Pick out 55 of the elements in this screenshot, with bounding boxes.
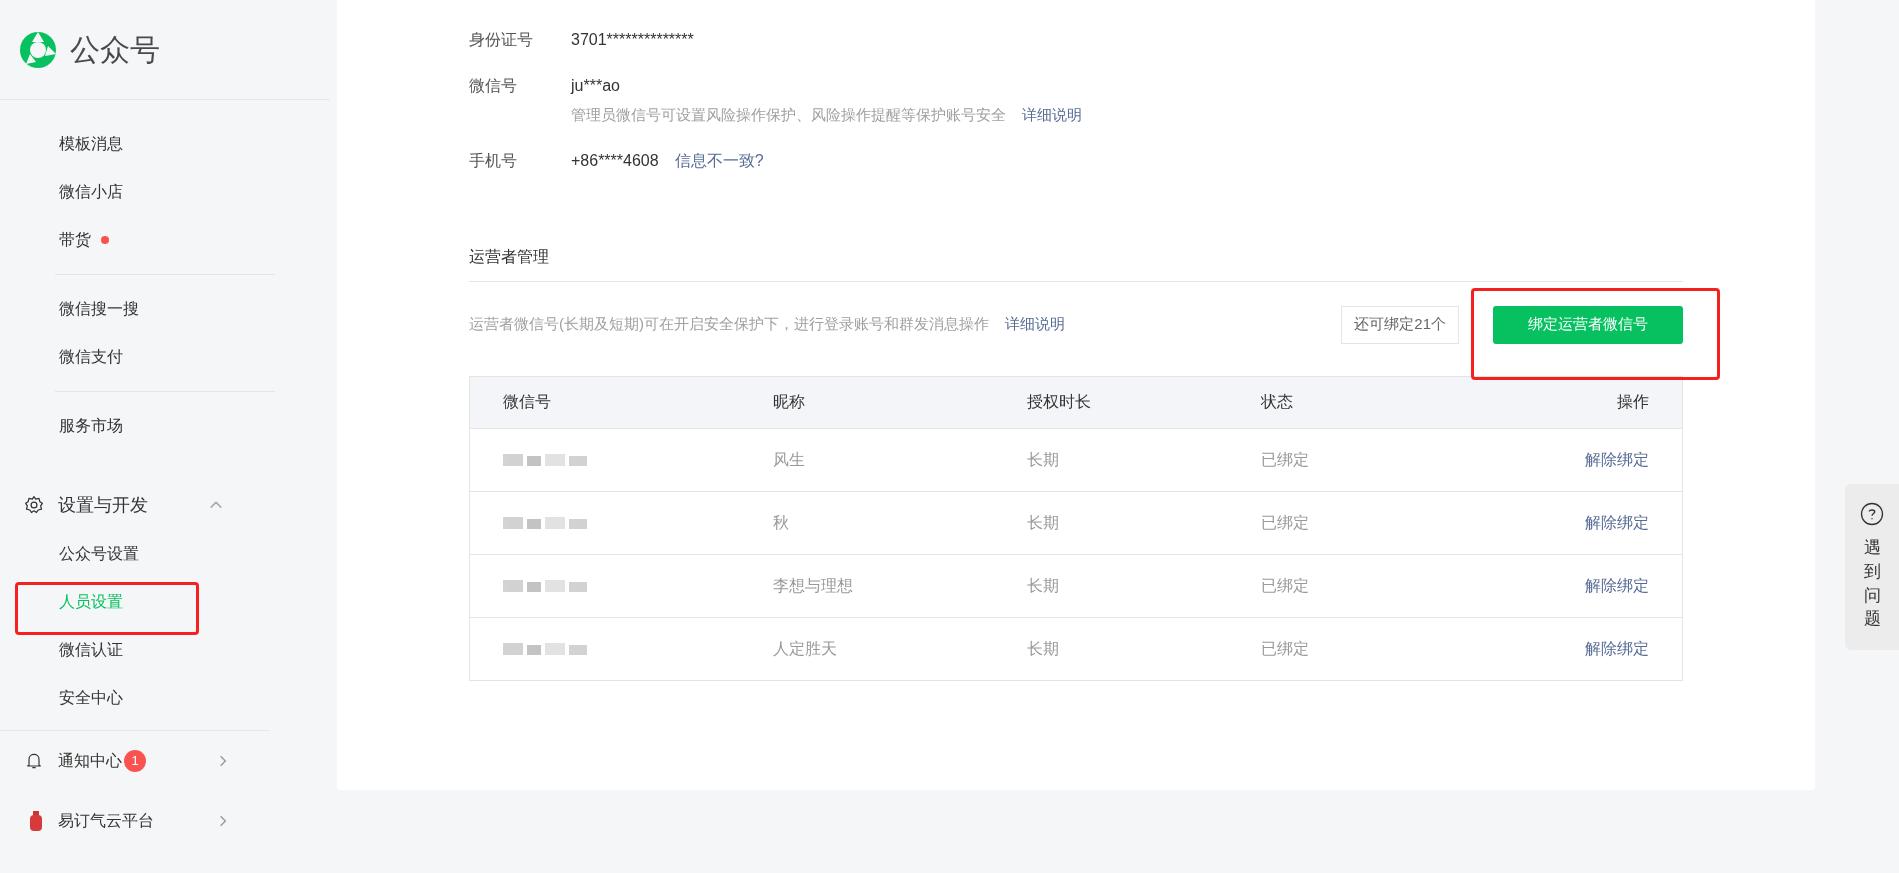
field-label: 手机号	[469, 150, 518, 171]
table-cell-text: 长期	[1027, 575, 1060, 596]
sidebar-item[interactable]: 微信认证	[0, 626, 330, 674]
help-tab[interactable]: 遇到问题	[1845, 484, 1899, 650]
field-value: 3701**************	[571, 30, 694, 50]
field-value: ju***ao	[571, 76, 620, 96]
table-cell-text: 秋	[773, 512, 790, 533]
field-label: 微信号	[469, 76, 518, 96]
column-header: 授权时长	[1027, 392, 1092, 412]
table-cell-text: 已绑定	[1261, 512, 1310, 533]
sidebar-item[interactable]: 服务市场	[0, 402, 330, 450]
sidebar-item[interactable]: 微信支付	[0, 333, 330, 381]
table-cell-text: 李想与理想	[773, 575, 854, 596]
table-cell-text: 长期	[1027, 512, 1060, 533]
field-value: +86****4608	[571, 150, 659, 171]
hint-text: 管理员微信号可设置风险操作保护、风险操作提醒等保护账号安全	[571, 105, 1006, 125]
column-header: 状态	[1261, 392, 1294, 412]
column-header: 微信号	[503, 392, 552, 412]
unbind-link[interactable]: 解除绑定	[1585, 447, 1649, 472]
table-cell-text: 长期	[1027, 449, 1060, 470]
details-link[interactable]: 详细说明	[1022, 104, 1082, 127]
count-badge: 1	[124, 750, 146, 772]
column-header: 昵称	[773, 392, 806, 412]
section-title: 运营者管理	[469, 244, 1683, 282]
sidebar-item[interactable]: 安全中心	[0, 674, 330, 722]
help-icon	[1860, 502, 1884, 526]
description-text: 运营者微信号(长期及短期)可在开启安全保护下，进行登录账号和群发消息操作	[469, 314, 989, 335]
table-cell-text: 已绑定	[1261, 638, 1310, 659]
bell-icon	[24, 751, 44, 771]
sidebar-item[interactable]: 带货	[0, 216, 330, 264]
sidebar-label: 易订气云平台	[58, 811, 154, 831]
logo-icon	[18, 29, 58, 70]
table-cell-text: 长期	[1027, 638, 1060, 659]
remaining-count: 还可绑定21个	[1341, 305, 1459, 344]
sidebar-item[interactable]: 微信小店	[0, 168, 330, 216]
table-cell-text: 已绑定	[1261, 449, 1310, 470]
table-cell-text: 已绑定	[1261, 575, 1310, 596]
table-cell-text: 风生	[773, 449, 806, 470]
table-cell-text: 人定胜天	[773, 638, 838, 659]
column-header: 操作	[1616, 392, 1649, 412]
unbind-link[interactable]: 解除绑定	[1585, 573, 1649, 598]
sidebar-item[interactable]: 公众号设置	[0, 530, 330, 578]
field-label: 身份证号	[469, 30, 534, 50]
unbind-link[interactable]: 解除绑定	[1585, 510, 1649, 535]
app-title: 公众号	[70, 32, 160, 68]
sidebar-label: 通知中心	[58, 751, 122, 771]
sidebar-item[interactable]: 通知中心 1	[0, 731, 330, 791]
section-header[interactable]: 设置与开发	[0, 480, 330, 530]
sidebar-item[interactable]: 易订气云平台	[0, 791, 330, 851]
settings-icon	[24, 495, 44, 515]
info-mismatch-link[interactable]: 信息不一致?	[674, 148, 764, 173]
sidebar-item[interactable]: 微信搜一搜	[0, 285, 330, 333]
sidebar-item[interactable]: 模板消息	[0, 120, 330, 168]
unbind-link[interactable]: 解除绑定	[1585, 636, 1649, 661]
details-link[interactable]: 详细说明	[1005, 313, 1065, 336]
